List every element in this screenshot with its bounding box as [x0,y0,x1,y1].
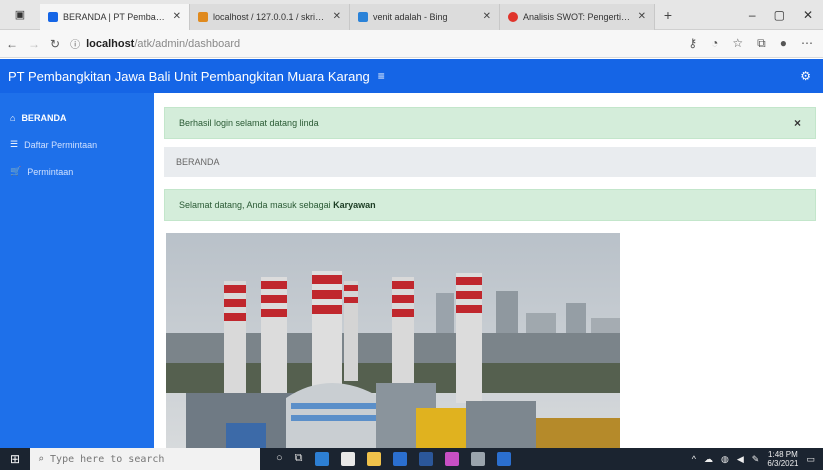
sidebar-item-daftar-permintaan[interactable]: ☰ Daftar Permintaan [0,131,154,158]
login-alert-text: Berhasil login selamat datang linda [179,118,319,128]
sidebar-item-beranda[interactable]: ⌂ BERANDA [0,105,154,131]
window-menu[interactable]: ▣ [0,0,40,30]
sidebar-item-label: Permintaan [27,166,74,177]
taskbar-search-box[interactable]: ⌕ Type here to search [30,448,260,470]
close-window-icon[interactable]: ✕ [803,8,813,22]
app-title[interactable]: PT Pembangkitan Jawa Bali Unit Pembangki… [8,69,370,84]
pen-icon[interactable]: ✎ [752,454,760,465]
tab-close-icon[interactable]: ✕ [483,11,491,22]
cloud-icon[interactable]: ☁ [704,454,713,465]
back-icon[interactable]: ← [6,37,18,51]
read-aloud-icon[interactable]: ◔ [711,36,718,51]
notifications-icon[interactable]: ▭ [806,454,815,465]
app-icon[interactable] [444,452,459,466]
tab-title: Analisis SWOT: Pengertian, Ma [523,11,633,22]
hamburger-menu-icon[interactable]: ≡ [378,69,385,83]
tab-close-icon[interactable]: ✕ [173,11,181,22]
task-view-icon[interactable]: ⧉ [295,452,303,466]
window-controls: – ▢ ✕ [749,8,823,22]
refresh-icon[interactable]: ↻ [50,37,60,51]
key-icon[interactable]: ⚷ [688,36,697,51]
app-icon[interactable] [470,452,485,466]
edge-app-icon[interactable] [314,452,329,466]
browser-tools: ⚷ ◔ ☆ ⧉ ● ⋯ [688,36,817,51]
address-bar[interactable]: ⓘ localhost/atk/admin/dashboard [70,33,678,55]
browser-tab-swot[interactable]: Analisis SWOT: Pengertian, Ma ✕ [500,3,655,30]
tab-title: venit adalah - Bing [373,11,448,22]
clock-date: 6/3/2021 [767,459,799,468]
browser-toolbar: ← → ↻ ⓘ localhost/atk/admin/dashboard ⚷ … [0,30,823,58]
maximize-icon[interactable]: ▢ [774,8,785,22]
window-icon[interactable]: ▣ [15,8,25,21]
search-placeholder: Type here to search [50,453,165,465]
file-explorer-icon[interactable] [366,452,381,466]
new-tab-button[interactable]: + [655,7,681,23]
sidebar-item-label: Daftar Permintaan [24,139,98,150]
tab-favicon-icon [48,11,58,22]
word-app-icon[interactable] [418,452,433,466]
user-role: Karyawan [333,200,376,210]
browser-tab-strip: ▣ BERANDA | PT Pembangkitan ✕ localhost … [0,0,823,30]
cortana-icon[interactable]: ○ [276,452,283,466]
breadcrumb: BERANDA [164,147,816,177]
close-alert-button[interactable]: × [794,116,801,130]
sidebar: ⌂ BERANDA ☰ Daftar Permintaan 🛒 Perminta… [0,93,154,448]
store-app-icon[interactable] [340,452,355,466]
tab-favicon-icon [508,11,518,22]
browser-tab-bing[interactable]: venit adalah - Bing ✕ [350,3,500,30]
url-host: localhost [86,37,135,50]
system-tray: ^ ☁ ◍ ◀ ✎ 1:48 PM 6/3/2021 ▭ [692,450,823,468]
more-icon[interactable]: ⋯ [801,36,813,51]
home-icon: ⌂ [10,113,16,123]
tab-title: BERANDA | PT Pembangkitan [63,11,168,22]
collections-icon[interactable]: ⧉ [757,36,766,51]
sidebar-item-permintaan[interactable]: 🛒 Permintaan [0,158,154,185]
login-success-alert: Berhasil login selamat datang linda × [164,107,816,139]
volume-icon[interactable]: ◀ [737,454,744,465]
chevron-up-icon[interactable]: ^ [692,454,696,464]
tab-close-icon[interactable]: ✕ [333,11,341,22]
sidebar-item-label: BERANDA [21,113,67,123]
taskbar-apps: ○ ⧉ [276,452,511,466]
minimize-icon[interactable]: – [749,8,756,22]
windows-taskbar: ⊞ ⌕ Type here to search ○ ⧉ ^ ☁ ◍ ◀ ✎ 1:… [0,448,823,470]
tab-title: localhost / 127.0.0.1 / skripsi_ju [213,11,328,22]
clock-time: 1:48 PM [768,450,798,459]
welcome-alert: Selamat datang, Anda masuk sebagai Karya… [164,189,816,221]
browser-tab-phpmyadmin[interactable]: localhost / 127.0.0.1 / skripsi_ju ✕ [190,3,350,30]
tab-favicon-icon [358,11,368,22]
list-icon: ☰ [10,139,19,149]
forward-icon[interactable]: → [28,37,40,51]
search-icon: ⌕ [38,453,45,465]
breadcrumb-item[interactable]: BERANDA [176,157,220,167]
main-content: Berhasil login selamat datang linda × BE… [154,93,823,448]
welcome-text: Selamat datang, Anda masuk sebagai [179,200,331,210]
power-plant-photo [166,233,620,448]
taskbar-clock[interactable]: 1:48 PM 6/3/2021 [767,450,798,468]
chimney-stack [224,281,246,401]
tab-favicon-icon [198,11,208,22]
profile-icon[interactable]: ● [780,36,787,51]
cart-icon: 🛒 [10,166,22,176]
browser-tab-beranda[interactable]: BERANDA | PT Pembangkitan ✕ [40,3,190,30]
windows-start-icon[interactable]: ⊞ [0,452,30,466]
settings-icon[interactable]: ⚙ [800,69,811,83]
tab-close-icon[interactable]: ✕ [638,11,646,22]
network-icon[interactable]: ◍ [721,454,729,465]
app-icon[interactable] [496,452,511,466]
mail-app-icon[interactable] [392,452,407,466]
info-icon[interactable]: ⓘ [70,36,80,51]
favorite-star-icon[interactable]: ☆ [732,36,743,51]
app-header: PT Pembangkitan Jawa Bali Unit Pembangki… [0,59,823,93]
url-path: /atk/admin/dashboard [134,37,241,50]
power-plant-illustration [166,233,620,448]
